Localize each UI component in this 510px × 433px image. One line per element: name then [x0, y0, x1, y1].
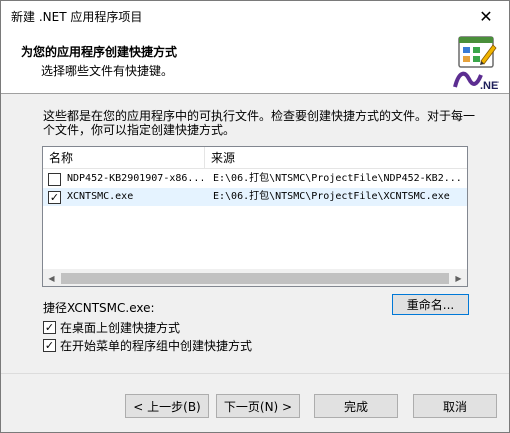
horizontal-scrollbar[interactable]: ◀ ▶: [43, 269, 467, 286]
footer-divider: [1, 373, 509, 374]
file-source: E:\06.打包\NTSMC\ProjectFile\NDP452-KB2...: [213, 173, 462, 184]
list-item-selected[interactable]: ✓ XCNTSMC.exe E:\06.打包\NTSMC\ProjectFile…: [43, 188, 467, 206]
page-subtitle: 选择哪些文件有快捷键。: [41, 64, 174, 78]
file-source: E:\06.打包\NTSMC\ProjectFile\XCNTSMC.exe: [213, 191, 450, 202]
wizard-header: 为您的应用程序创建快捷方式 选择哪些文件有快捷键。 .NET: [1, 31, 509, 94]
scroll-thumb[interactable]: [61, 273, 449, 284]
finish-button[interactable]: 完成: [314, 394, 398, 418]
list-item[interactable]: NDP452-KB2901907-x86... E:\06.打包\NTSMC\P…: [43, 170, 467, 188]
dotnet-shortcut-logo-icon: .NET: [453, 36, 499, 91]
description-text: 这些都是在您的应用程序中的可执行文件。检查要创建快捷方式的文件。对于每一个文件，…: [43, 109, 476, 137]
scroll-left-arrow-icon[interactable]: ◀: [43, 270, 60, 287]
desktop-shortcut-label[interactable]: 在桌面上创建快捷方式: [60, 319, 180, 336]
file-name: XCNTSMC.exe: [67, 191, 134, 202]
start-menu-shortcut-option[interactable]: ✓ 在开始菜单的程序组中创建快捷方式: [43, 337, 252, 353]
column-header-source[interactable]: 来源: [205, 147, 467, 169]
page-title: 为您的应用程序创建快捷方式: [21, 45, 178, 59]
close-icon: ✕: [479, 6, 493, 26]
rename-button[interactable]: 重命名...: [392, 294, 469, 315]
start-menu-shortcut-label[interactable]: 在开始菜单的程序组中创建快捷方式: [60, 337, 252, 354]
cancel-button[interactable]: 取消: [413, 394, 497, 418]
new-dotnet-project-dialog: 新建 .NET 应用程序项目 ✕ 为您的应用程序创建快捷方式 选择哪些文件有快捷…: [0, 0, 510, 433]
list-header: 名称 来源: [43, 147, 467, 169]
close-button[interactable]: ✕: [463, 1, 509, 31]
title-bar: 新建 .NET 应用程序项目 ✕: [1, 1, 509, 31]
file-checkbox[interactable]: ✓: [48, 191, 61, 204]
desktop-shortcut-option[interactable]: ✓ 在桌面上创建快捷方式: [43, 319, 180, 335]
desktop-shortcut-checkbox[interactable]: ✓: [43, 320, 56, 334]
file-checkbox[interactable]: [48, 173, 61, 186]
window-title: 新建 .NET 应用程序项目: [11, 10, 143, 24]
column-header-name[interactable]: 名称: [43, 147, 205, 169]
scroll-right-arrow-icon[interactable]: ▶: [450, 270, 467, 287]
dotnet-logo-text: .NET: [480, 80, 499, 91]
shortcut-name-label: 捷径XCNTSMC.exe:: [43, 301, 155, 315]
executable-file-list[interactable]: 名称 来源 NDP452-KB2901907-x86... E:\06.打包\N…: [42, 146, 468, 287]
next-button[interactable]: 下一页(N) >: [216, 394, 300, 418]
back-button[interactable]: < 上一步(B): [125, 394, 209, 418]
start-menu-shortcut-checkbox[interactable]: ✓: [43, 338, 56, 352]
file-name: NDP452-KB2901907-x86...: [67, 173, 203, 184]
